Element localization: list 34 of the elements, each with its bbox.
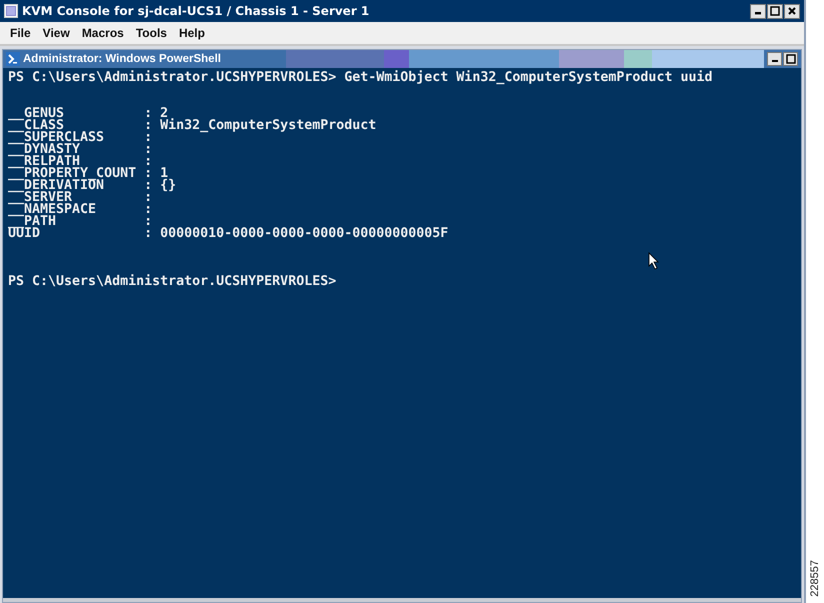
minimize-button[interactable] <box>767 52 782 66</box>
output-line: __NAMESPACE : <box>8 204 152 216</box>
maximize-icon <box>786 54 796 64</box>
minimize-icon <box>772 60 778 62</box>
output-line: __DYNASTY : <box>8 144 152 156</box>
window-title: Administrator: Windows PowerShell <box>23 53 222 65</box>
mouse-pointer-icon <box>648 252 660 270</box>
menu-item[interactable]: File <box>4 26 37 40</box>
output-line: __RELPATH : <box>8 156 152 168</box>
menu-item[interactable]: Help <box>172 26 211 40</box>
close-icon <box>787 6 797 16</box>
menu-item[interactable]: Macros <box>76 26 130 40</box>
output-line: UUID : 00000010-0000-0000-0000-00000000005F <box>8 228 448 240</box>
output-line: __SERVER : <box>8 192 152 204</box>
command-line: PS C:\Users\Administrator.UCSHYPERVROLES> <box>8 276 336 288</box>
minimize-button[interactable] <box>750 4 766 18</box>
menu-item[interactable]: Tools <box>130 26 173 40</box>
powershell-icon <box>6 52 20 66</box>
output-line: __CLASS : Win32_ComputerSystemProduct <box>8 120 376 132</box>
command-line: PS C:\Users\Administrator.UCSHYPERVROLES> Get-WmiObject Win32_ComputerSystemProduct uuid <box>8 72 712 84</box>
window-title: KVM Console for sj-dcal-UCS1 / Chassis 1 - Server 1 <box>22 4 370 18</box>
maximize-button[interactable] <box>783 52 798 66</box>
output-line: __PROPERTY_COUNT : 1 <box>8 168 168 180</box>
maximize-button[interactable] <box>767 4 783 18</box>
output-line: __SUPERCLASS : <box>8 132 152 144</box>
app-icon <box>4 4 18 18</box>
figure-number: 228557 <box>809 560 821 597</box>
maximize-icon <box>770 6 780 16</box>
output-line: __PATH : <box>8 216 152 228</box>
menu-item[interactable]: View <box>36 26 76 40</box>
output-line: __GENUS : 2 <box>8 108 168 120</box>
close-button[interactable] <box>784 4 800 18</box>
output-line: __DERIVATION : {} <box>8 180 176 192</box>
minimize-icon <box>755 12 761 14</box>
